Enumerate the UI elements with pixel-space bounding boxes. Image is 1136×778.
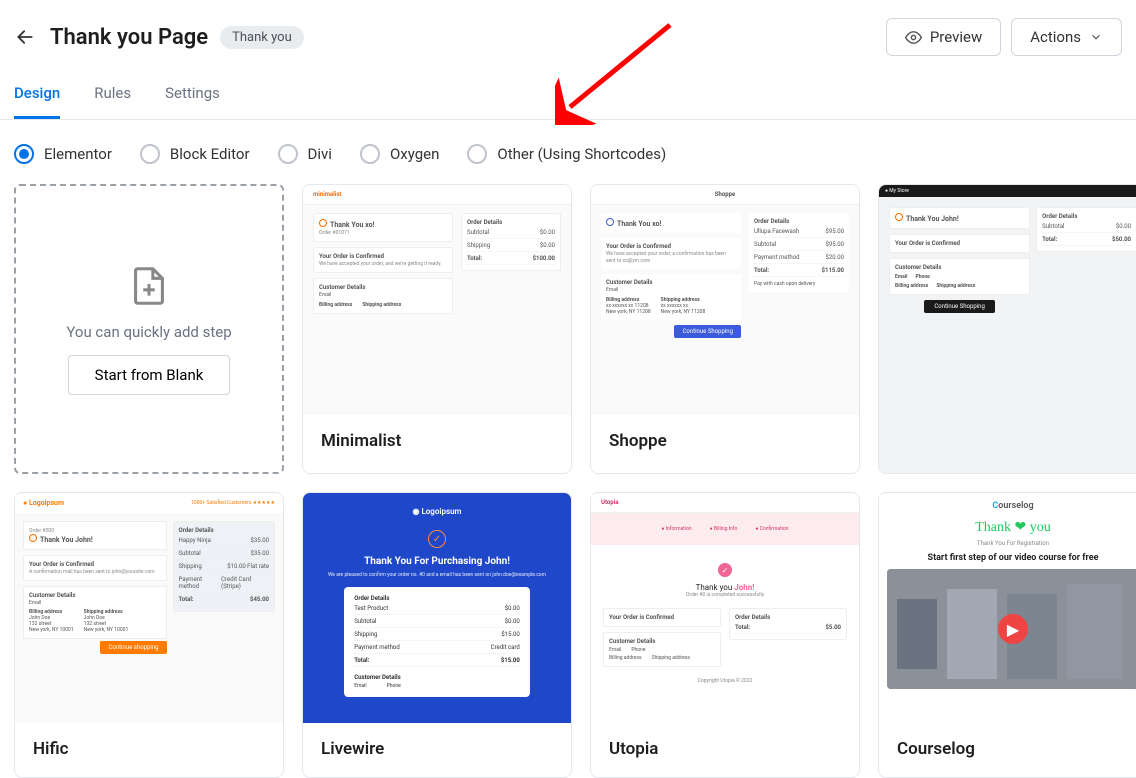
template-card-courselog[interactable]: CCourselogourselog Thank ❤ you Thank You… bbox=[878, 492, 1136, 778]
builder-selector: Elementor Block Editor Divi Oxygen Other… bbox=[0, 120, 1136, 184]
radio-icon bbox=[467, 144, 487, 164]
eye-icon bbox=[905, 29, 922, 46]
radio-elementor[interactable]: Elementor bbox=[14, 144, 112, 164]
radio-oxygen[interactable]: Oxygen bbox=[360, 144, 439, 164]
template-card-shoppe[interactable]: Shoppe Thank You xo! Your Order is Confi… bbox=[590, 184, 860, 474]
chevron-down-icon bbox=[1089, 30, 1103, 44]
play-icon: ▶ bbox=[998, 614, 1028, 644]
radio-icon bbox=[360, 144, 380, 164]
template-preview: Utopia ● Information● Billing Info● Conf… bbox=[591, 493, 859, 723]
template-title: Courselog bbox=[879, 723, 1136, 777]
template-card-utopia[interactable]: Utopia ● Information● Billing Info● Conf… bbox=[590, 492, 860, 778]
template-preview: ● My Store Thank You John! Your Order is… bbox=[879, 185, 1136, 473]
template-card-hific[interactable]: ● Logoipsum1000+ Satisfied Customers ★★★… bbox=[14, 492, 284, 778]
template-preview: ● Logoipsum1000+ Satisfied Customers ★★★… bbox=[15, 493, 283, 723]
radio-other[interactable]: Other (Using Shortcodes) bbox=[467, 144, 666, 164]
page-tag: Thank you bbox=[220, 26, 304, 49]
tab-design[interactable]: Design bbox=[14, 74, 60, 119]
template-card-livewire[interactable]: ◉ Logoipsum ✓ Thank You For Purchasing J… bbox=[302, 492, 572, 778]
template-preview: Shoppe Thank You xo! Your Order is Confi… bbox=[591, 185, 859, 415]
template-title: Utopia bbox=[591, 723, 859, 777]
template-title: Minimalist bbox=[303, 415, 571, 469]
template-title: Optic bbox=[879, 473, 1136, 474]
template-preview: minimalist Thank You xo!Order #01071 You… bbox=[303, 185, 571, 415]
template-preview: CCourselogourselog Thank ❤ you Thank You… bbox=[879, 493, 1136, 723]
back-button[interactable] bbox=[14, 26, 36, 48]
template-preview: ◉ Logoipsum ✓ Thank You For Purchasing J… bbox=[303, 493, 571, 723]
radio-divi[interactable]: Divi bbox=[278, 144, 332, 164]
blank-step-card[interactable]: You can quickly add step Start from Blan… bbox=[14, 184, 284, 474]
start-from-blank-button[interactable]: Start from Blank bbox=[68, 355, 231, 395]
add-page-icon bbox=[126, 263, 172, 309]
radio-icon bbox=[278, 144, 298, 164]
blank-card-text: You can quickly add step bbox=[66, 323, 231, 341]
actions-button[interactable]: Actions bbox=[1011, 18, 1122, 56]
radio-icon bbox=[140, 144, 160, 164]
radio-icon bbox=[14, 144, 34, 164]
preview-button[interactable]: Preview bbox=[886, 18, 1001, 56]
template-card-minimalist[interactable]: minimalist Thank You xo!Order #01071 You… bbox=[302, 184, 572, 474]
radio-block-editor[interactable]: Block Editor bbox=[140, 144, 250, 164]
tabs-nav: Design Rules Settings bbox=[0, 74, 1136, 120]
tab-rules[interactable]: Rules bbox=[94, 74, 131, 119]
template-title: Livewire bbox=[303, 723, 571, 777]
page-title: Thank you Page bbox=[50, 25, 208, 50]
template-title: Shoppe bbox=[591, 415, 859, 469]
template-title: Hific bbox=[15, 723, 283, 777]
tab-settings[interactable]: Settings bbox=[165, 74, 220, 119]
template-card-optic[interactable]: ● My Store Thank You John! Your Order is… bbox=[878, 184, 1136, 474]
